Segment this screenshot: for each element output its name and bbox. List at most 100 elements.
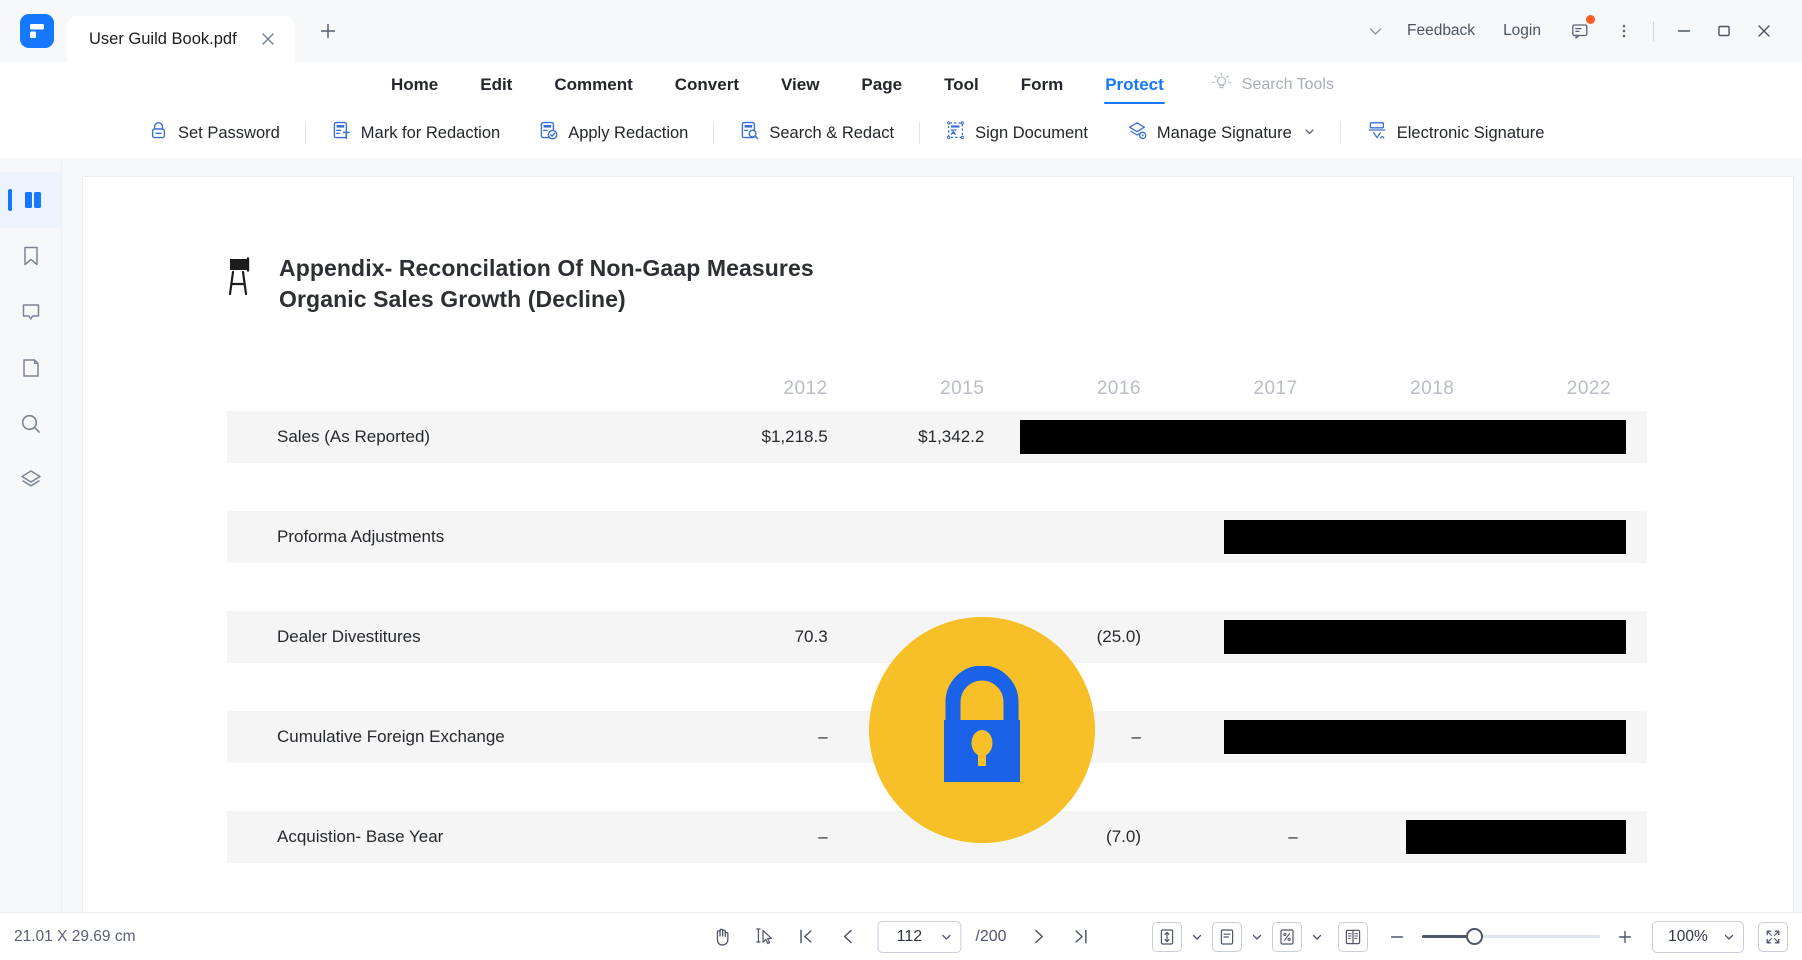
lock-password-icon [148,120,169,146]
divider [713,122,714,144]
chevron-down-icon[interactable] [1723,931,1735,943]
divider [1340,122,1341,144]
electronic-signature-label: Electronic Signature [1397,124,1545,143]
message-notification-icon[interactable] [1561,14,1599,48]
plus-icon[interactable] [309,12,347,50]
cell-2015: $1,342.2 [864,427,1021,447]
set-password-label: Set Password [178,124,280,143]
set-password-button[interactable]: Set Password [140,115,288,151]
ribbon-tab-bar: Home Edit Comment Convert View Page Tool… [0,62,1802,108]
prev-page-icon[interactable] [827,920,867,954]
row-label: Acquistion- Base Year [227,827,707,847]
tab-page[interactable]: Page [840,62,923,108]
tab-tool[interactable]: Tool [923,62,1000,108]
more-vertical-icon[interactable] [1605,14,1643,48]
chevron-down-icon[interactable] [940,931,952,943]
apply-redaction-label: Apply Redaction [568,124,688,143]
zoom-slider[interactable] [1422,922,1600,952]
sidebar-item-attachments[interactable] [0,340,62,396]
column-header-2018: 2018 [1334,378,1491,400]
chevron-down-icon[interactable] [1246,922,1268,952]
cell-2012: – [707,727,864,747]
close-icon[interactable] [255,26,281,52]
page-title-line-1: Appendix- Reconcilation Of Non-Gaap Meas… [279,253,814,284]
page-dimensions: 21.01 X 29.69 cm [0,928,136,946]
sidebar-item-search[interactable] [0,396,62,452]
cell-2016: (7.0) [1020,827,1177,847]
zoom-level-value: 100% [1653,928,1723,946]
maximize-icon[interactable] [1704,14,1744,48]
sidebar-item-comments[interactable] [0,284,62,340]
zoom-level-select[interactable]: 100% [1652,921,1744,953]
search-and-redact-button[interactable]: Search & Redact [731,115,902,151]
first-page-icon[interactable] [785,920,825,954]
zoom-in-button[interactable] [1610,922,1640,952]
ribbon-tabs: Home Edit Comment Convert View Page Tool… [370,62,1334,108]
title-bar: User Guild Book.pdf Feedback Login [0,0,1802,62]
chevron-down-icon[interactable] [1306,922,1328,952]
last-page-icon[interactable] [1061,920,1101,954]
chevron-down-icon[interactable] [1304,126,1315,140]
redaction-bar [1224,520,1626,554]
manage-signature-button[interactable]: Manage Signature [1118,115,1323,151]
mark-for-redaction-button[interactable]: Mark for Redaction [323,115,508,151]
column-header-2017: 2017 [1177,378,1334,400]
tab-form[interactable]: Form [1000,62,1085,108]
page-navigation: 112 /200 [701,920,1100,954]
chevron-down-icon[interactable] [1359,14,1393,48]
mark-for-redaction-label: Mark for Redaction [361,124,500,143]
search-tools-placeholder: Search Tools [1242,76,1334,94]
sidebar-item-thumbnails[interactable] [0,172,62,228]
mark-redaction-icon [331,120,352,146]
zoom-out-button[interactable] [1382,922,1412,952]
hand-tool-icon[interactable] [701,920,741,954]
sidebar-item-bookmarks[interactable] [0,228,62,284]
select-tool-icon[interactable] [743,920,783,954]
login-link[interactable]: Login [1489,22,1555,40]
two-page-view-icon[interactable] [1338,922,1368,952]
column-header-2016: 2016 [1020,378,1177,400]
close-icon[interactable] [1744,14,1784,48]
column-header-2015: 2015 [864,378,1021,400]
search-tools[interactable]: Search Tools [1211,72,1334,98]
feedback-link[interactable]: Feedback [1393,22,1489,40]
tab-view[interactable]: View [760,62,840,108]
tab-comment[interactable]: Comment [533,62,653,108]
next-page-icon[interactable] [1019,920,1059,954]
page-total: /200 [975,928,1006,946]
document-viewer[interactable]: Appendix- Reconcilation Of Non-Gaap Meas… [62,158,1802,912]
fullscreen-icon[interactable] [1758,922,1788,952]
page-layout-icon[interactable] [1212,922,1242,952]
tab-protect[interactable]: Protect [1084,62,1185,108]
tab-convert[interactable]: Convert [654,62,760,108]
electronic-signature-icon [1366,120,1388,147]
page-title-line-2: Organic Sales Growth (Decline) [279,284,814,315]
document-tab[interactable]: User Guild Book.pdf [67,16,295,62]
sidebar-item-layers[interactable] [0,452,62,508]
left-sidebar [0,158,62,912]
apply-redaction-button[interactable]: Apply Redaction [530,115,696,151]
minimize-icon[interactable] [1664,14,1704,48]
divider [919,122,920,144]
fit-page-icon[interactable] [1152,922,1182,952]
page-title: Appendix- Reconcilation Of Non-Gaap Meas… [227,253,814,314]
page-number-value: 112 [878,928,940,946]
zoom-percent-icon[interactable] [1272,922,1302,952]
zoom-slider-knob[interactable] [1466,928,1483,945]
padlock-icon [923,666,1041,794]
table-row: Sales (As Reported) $1,218.5 $1,342.2 [227,411,1647,463]
search-and-redact-label: Search & Redact [769,124,894,143]
chevron-down-icon[interactable] [1186,922,1208,952]
app-window: User Guild Book.pdf Feedback Login [0,0,1802,960]
electronic-signature-button[interactable]: Electronic Signature [1358,115,1553,151]
cell-2012: – [707,827,864,847]
tab-home[interactable]: Home [370,62,459,108]
flipchart-easel-icon [227,255,259,302]
workspace: Appendix- Reconcilation Of Non-Gaap Meas… [0,158,1802,912]
sign-document-button[interactable]: Sign Document [937,115,1096,151]
page-number-input[interactable]: 112 [877,921,961,953]
row-label: Cumulative Foreign Exchange [227,727,707,747]
column-header-2022: 2022 [1490,378,1647,400]
redaction-bar [1020,420,1626,454]
tab-edit[interactable]: Edit [459,62,533,108]
